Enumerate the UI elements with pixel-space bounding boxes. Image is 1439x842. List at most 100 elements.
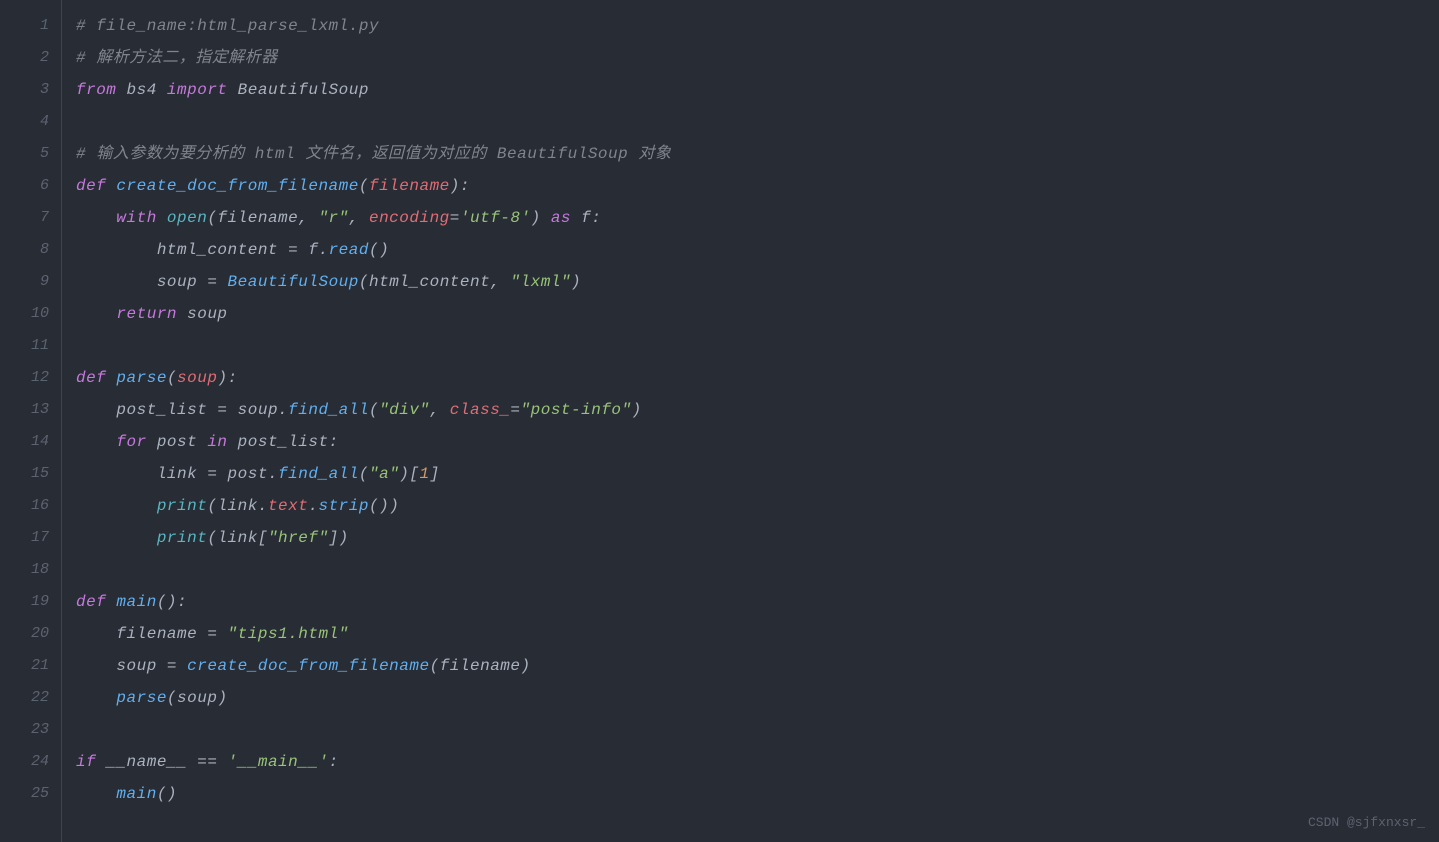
code-line[interactable]: print(link.text.strip()) [76, 490, 1439, 522]
code-line[interactable]: # file_name:html_parse_lxml.py [76, 10, 1439, 42]
code-token: if [76, 753, 96, 771]
line-number: 13 [0, 394, 49, 426]
code-line[interactable]: def main(): [76, 586, 1439, 618]
code-token: BeautifulSoup [228, 81, 369, 99]
code-token: BeautifulSoup [228, 273, 359, 291]
line-number: 10 [0, 298, 49, 330]
code-token [217, 273, 227, 291]
code-token: , [349, 209, 369, 227]
code-token: : [591, 209, 601, 227]
code-token: : [329, 753, 339, 771]
code-token [106, 593, 116, 611]
code-token: text [268, 497, 308, 515]
code-token: post_list [76, 401, 217, 419]
code-token: soup [177, 305, 228, 323]
watermark-text: CSDN @sjfxnxsr_ [1308, 813, 1425, 834]
code-token: ( [167, 689, 177, 707]
code-line[interactable]: html_content = f.read() [76, 234, 1439, 266]
code-line[interactable]: def create_doc_from_filename(filename): [76, 170, 1439, 202]
code-token: create_doc_from_filename [116, 177, 358, 195]
code-token: def [76, 593, 106, 611]
code-line[interactable]: return soup [76, 298, 1439, 330]
code-line[interactable]: # 解析方法二，指定解析器 [76, 42, 1439, 74]
code-token: for [116, 433, 146, 451]
line-number: 22 [0, 682, 49, 714]
code-line[interactable]: parse(soup) [76, 682, 1439, 714]
code-token: ( [359, 177, 369, 195]
code-token: "a" [369, 465, 399, 483]
code-line[interactable]: filename = "tips1.html" [76, 618, 1439, 650]
code-token: ) [571, 273, 581, 291]
code-line[interactable] [76, 106, 1439, 138]
code-content-area[interactable]: # file_name:html_parse_lxml.py# 解析方法二，指定… [62, 0, 1439, 842]
line-number: 24 [0, 746, 49, 778]
code-token: open [167, 209, 207, 227]
code-token: parse [116, 689, 167, 707]
line-number: 7 [0, 202, 49, 234]
code-line[interactable]: from bs4 import BeautifulSoup [76, 74, 1439, 106]
code-token: parse [116, 369, 167, 387]
code-editor: 1234567891011121314151617181920212223242… [0, 0, 1439, 842]
code-line[interactable]: if __name__ == '__main__': [76, 746, 1439, 778]
line-number: 12 [0, 362, 49, 394]
code-token: def [76, 369, 106, 387]
code-line[interactable]: link = post.find_all("a")[1] [76, 458, 1439, 490]
code-token [76, 433, 116, 451]
code-token: ( [359, 465, 369, 483]
line-number: 14 [0, 426, 49, 458]
code-line[interactable]: for post in post_list: [76, 426, 1439, 458]
code-token [157, 209, 167, 227]
code-token [106, 177, 116, 195]
code-token: import [167, 81, 228, 99]
code-line[interactable]: soup = BeautifulSoup(html_content, "lxml… [76, 266, 1439, 298]
code-token: = [167, 657, 177, 675]
code-line[interactable]: # 输入参数为要分析的 html 文件名，返回值为对应的 BeautifulSo… [76, 138, 1439, 170]
code-token: main [116, 593, 156, 611]
code-token: ( [369, 401, 379, 419]
code-line[interactable] [76, 714, 1439, 746]
code-token: [ [258, 529, 268, 547]
line-number: 20 [0, 618, 49, 650]
line-number-gutter: 1234567891011121314151617181920212223242… [0, 0, 62, 842]
code-token: bs4 [116, 81, 167, 99]
code-token: "lxml" [510, 273, 571, 291]
line-number: 3 [0, 74, 49, 106]
code-line[interactable]: with open(filename, "r", encoding='utf-8… [76, 202, 1439, 234]
code-token: = [207, 273, 217, 291]
code-token: filename [76, 625, 207, 643]
code-line[interactable]: def parse(soup): [76, 362, 1439, 394]
code-token: from [76, 81, 116, 99]
line-number: 6 [0, 170, 49, 202]
code-line[interactable] [76, 330, 1439, 362]
code-line[interactable]: print(link["href"]) [76, 522, 1439, 554]
line-number: 25 [0, 778, 49, 810]
code-line[interactable]: post_list = soup.find_all("div", class_=… [76, 394, 1439, 426]
code-token: soup [177, 369, 217, 387]
line-number: 9 [0, 266, 49, 298]
code-token: in [207, 433, 227, 451]
code-token: print [157, 497, 208, 515]
code-token: html_content [369, 273, 490, 291]
code-line[interactable]: main() [76, 778, 1439, 810]
code-token: main [116, 785, 156, 803]
code-line[interactable] [76, 554, 1439, 586]
code-token: create_doc_from_filename [187, 657, 429, 675]
code-token: with [116, 209, 156, 227]
code-token: () [157, 785, 177, 803]
code-token [76, 785, 116, 803]
code-token: ( [207, 209, 217, 227]
code-token: ) [531, 209, 551, 227]
code-token: == [197, 753, 217, 771]
code-token: post_list [228, 433, 329, 451]
code-token: class_ [450, 401, 511, 419]
line-number: 17 [0, 522, 49, 554]
code-token [217, 753, 227, 771]
code-token: as [551, 209, 571, 227]
code-token: , [430, 401, 450, 419]
code-token: 'utf-8' [460, 209, 531, 227]
code-token: . [268, 465, 278, 483]
code-token: = [207, 465, 217, 483]
code-token: '__main__' [228, 753, 329, 771]
line-number: 2 [0, 42, 49, 74]
code-line[interactable]: soup = create_doc_from_filename(filename… [76, 650, 1439, 682]
